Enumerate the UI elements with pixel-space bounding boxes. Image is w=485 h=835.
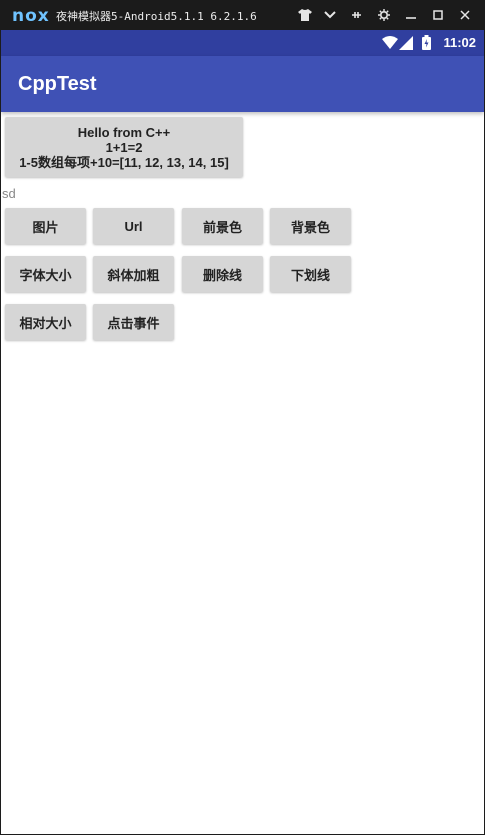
app-title: CppTest xyxy=(18,73,97,95)
hello-button[interactable]: Hello from C++ 1+1=2 1-5数组每项+10=[11, 12,… xyxy=(5,117,243,177)
hello-line-1: Hello from C++ xyxy=(77,124,171,140)
close-icon[interactable] xyxy=(455,5,475,25)
emulator-title: 夜神模拟器5-Android5.1.1 6.2.1.6 xyxy=(56,10,257,23)
nox-logo: nox xyxy=(12,6,50,26)
italic-bold-button[interactable]: 斜体加粗 xyxy=(93,256,174,292)
app-bar: CppTest xyxy=(1,56,484,112)
minimize-icon[interactable] xyxy=(401,5,421,25)
battery-icon xyxy=(422,35,431,55)
status-bar: 11:02 xyxy=(1,30,484,56)
main-content: Hello from C++ 1+1=2 1-5数组每项+10=[11, 12,… xyxy=(1,112,484,834)
status-time: 11:02 xyxy=(443,35,476,50)
wifi-icon xyxy=(382,36,398,55)
pin-icon[interactable] xyxy=(346,5,366,25)
emulator-title-bar: nox 夜神模拟器5-Android5.1.1 6.2.1.6 xyxy=(0,0,485,30)
sd-label: sd xyxy=(2,186,16,201)
hello-line-2: 1+1=2 xyxy=(105,139,143,155)
maximize-icon[interactable] xyxy=(428,5,448,25)
click-event-button[interactable]: 点击事件 xyxy=(93,304,174,340)
foreground-color-button[interactable]: 前景色 xyxy=(182,208,263,244)
gear-icon[interactable] xyxy=(374,5,394,25)
background-color-button[interactable]: 背景色 xyxy=(270,208,351,244)
signal-icon xyxy=(399,36,413,55)
hello-line-3: 1-5数组每项+10=[11, 12, 13, 14, 15] xyxy=(19,154,229,170)
image-button[interactable]: 图片 xyxy=(5,208,86,244)
device-screen: 11:02 CppTest Hello from C++ 1+1=2 1-5数组… xyxy=(1,30,484,834)
underline-button[interactable]: 下划线 xyxy=(270,256,351,292)
url-button[interactable]: Url xyxy=(93,208,174,244)
chevron-down-icon[interactable] xyxy=(320,5,340,25)
tshirt-icon[interactable] xyxy=(295,5,315,25)
relative-size-button[interactable]: 相对大小 xyxy=(5,304,86,340)
font-size-button[interactable]: 字体大小 xyxy=(5,256,86,292)
strikethrough-button[interactable]: 删除线 xyxy=(182,256,263,292)
